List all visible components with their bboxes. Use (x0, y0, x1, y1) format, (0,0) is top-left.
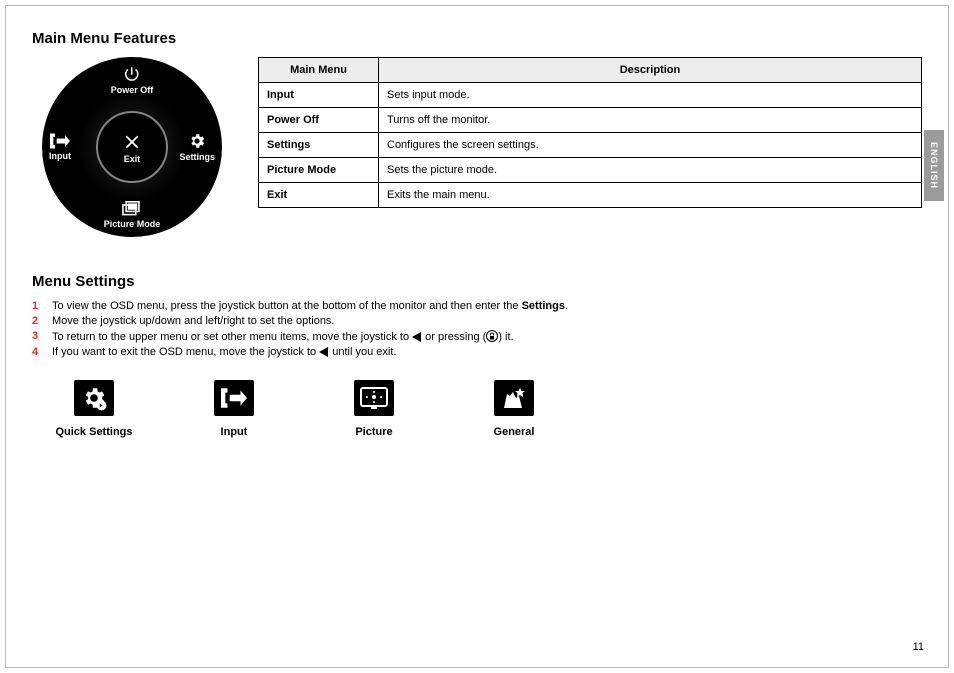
joystick-center: Exit (96, 111, 168, 183)
table-row: Picture ModeSets the picture mode. (259, 158, 922, 183)
joystick-right: Settings (179, 132, 215, 162)
picture-icon (360, 387, 388, 409)
triangle-left-icon (319, 347, 329, 357)
joystick-left-label: Input (49, 152, 71, 161)
step-2: 2 Move the joystick up/down and left/rig… (32, 315, 922, 327)
table-row: SettingsConfigures the screen settings. (259, 133, 922, 158)
input-icon (50, 133, 70, 149)
icon-picture: Picture (334, 380, 414, 438)
main-menu-table: Main Menu Description InputSets input mo… (258, 57, 922, 208)
table-row: ExitExits the main menu. (259, 183, 922, 208)
icon-quick-settings: Quick Settings (54, 380, 134, 438)
table-head-menu: Main Menu (259, 58, 379, 83)
joystick-top: Power Off (111, 65, 154, 95)
step-3: 3 To return to the upper menu or set oth… (32, 330, 922, 343)
joystick-press-icon (486, 330, 498, 342)
section-title-menu-settings: Menu Settings (32, 273, 922, 290)
top-row: Power Off Picture Mode Input Settings Ex (32, 57, 922, 237)
section-title-main-menu: Main Menu Features (32, 30, 922, 47)
steps-list: 1 To view the OSD menu, press the joysti… (32, 300, 922, 358)
step-4: 4 If you want to exit the OSD menu, move… (32, 346, 922, 358)
power-icon (123, 65, 141, 83)
joystick-right-label: Settings (179, 153, 215, 162)
joystick-center-label: Exit (124, 155, 141, 164)
step-1: 1 To view the OSD menu, press the joysti… (32, 300, 922, 312)
icon-general: General (474, 380, 554, 438)
icon-input: Input (194, 380, 274, 438)
general-icon (501, 386, 527, 410)
triangle-left-icon (412, 332, 422, 342)
input-icon (221, 388, 247, 408)
table-row: InputSets input mode. (259, 83, 922, 108)
table-row: Power OffTurns off the monitor. (259, 108, 922, 133)
joystick-bottom-label: Picture Mode (104, 220, 161, 229)
joystick-top-label: Power Off (111, 86, 154, 95)
table-head-desc: Description (379, 58, 922, 83)
joystick-left: Input (49, 133, 71, 161)
picture-mode-icon (122, 201, 142, 217)
quick-settings-icon (81, 385, 107, 411)
page-content: Main Menu Features Power Off Picture Mod… (0, 0, 954, 438)
settings-icon (188, 132, 206, 150)
language-tab: ENGLISH (924, 130, 944, 201)
joystick-diagram: Power Off Picture Mode Input Settings Ex (32, 57, 232, 237)
joystick-bottom: Picture Mode (104, 201, 161, 229)
close-icon (121, 131, 143, 153)
page-number: 11 (913, 641, 924, 653)
settings-icon-row: Quick Settings Input Picture General (54, 380, 922, 438)
